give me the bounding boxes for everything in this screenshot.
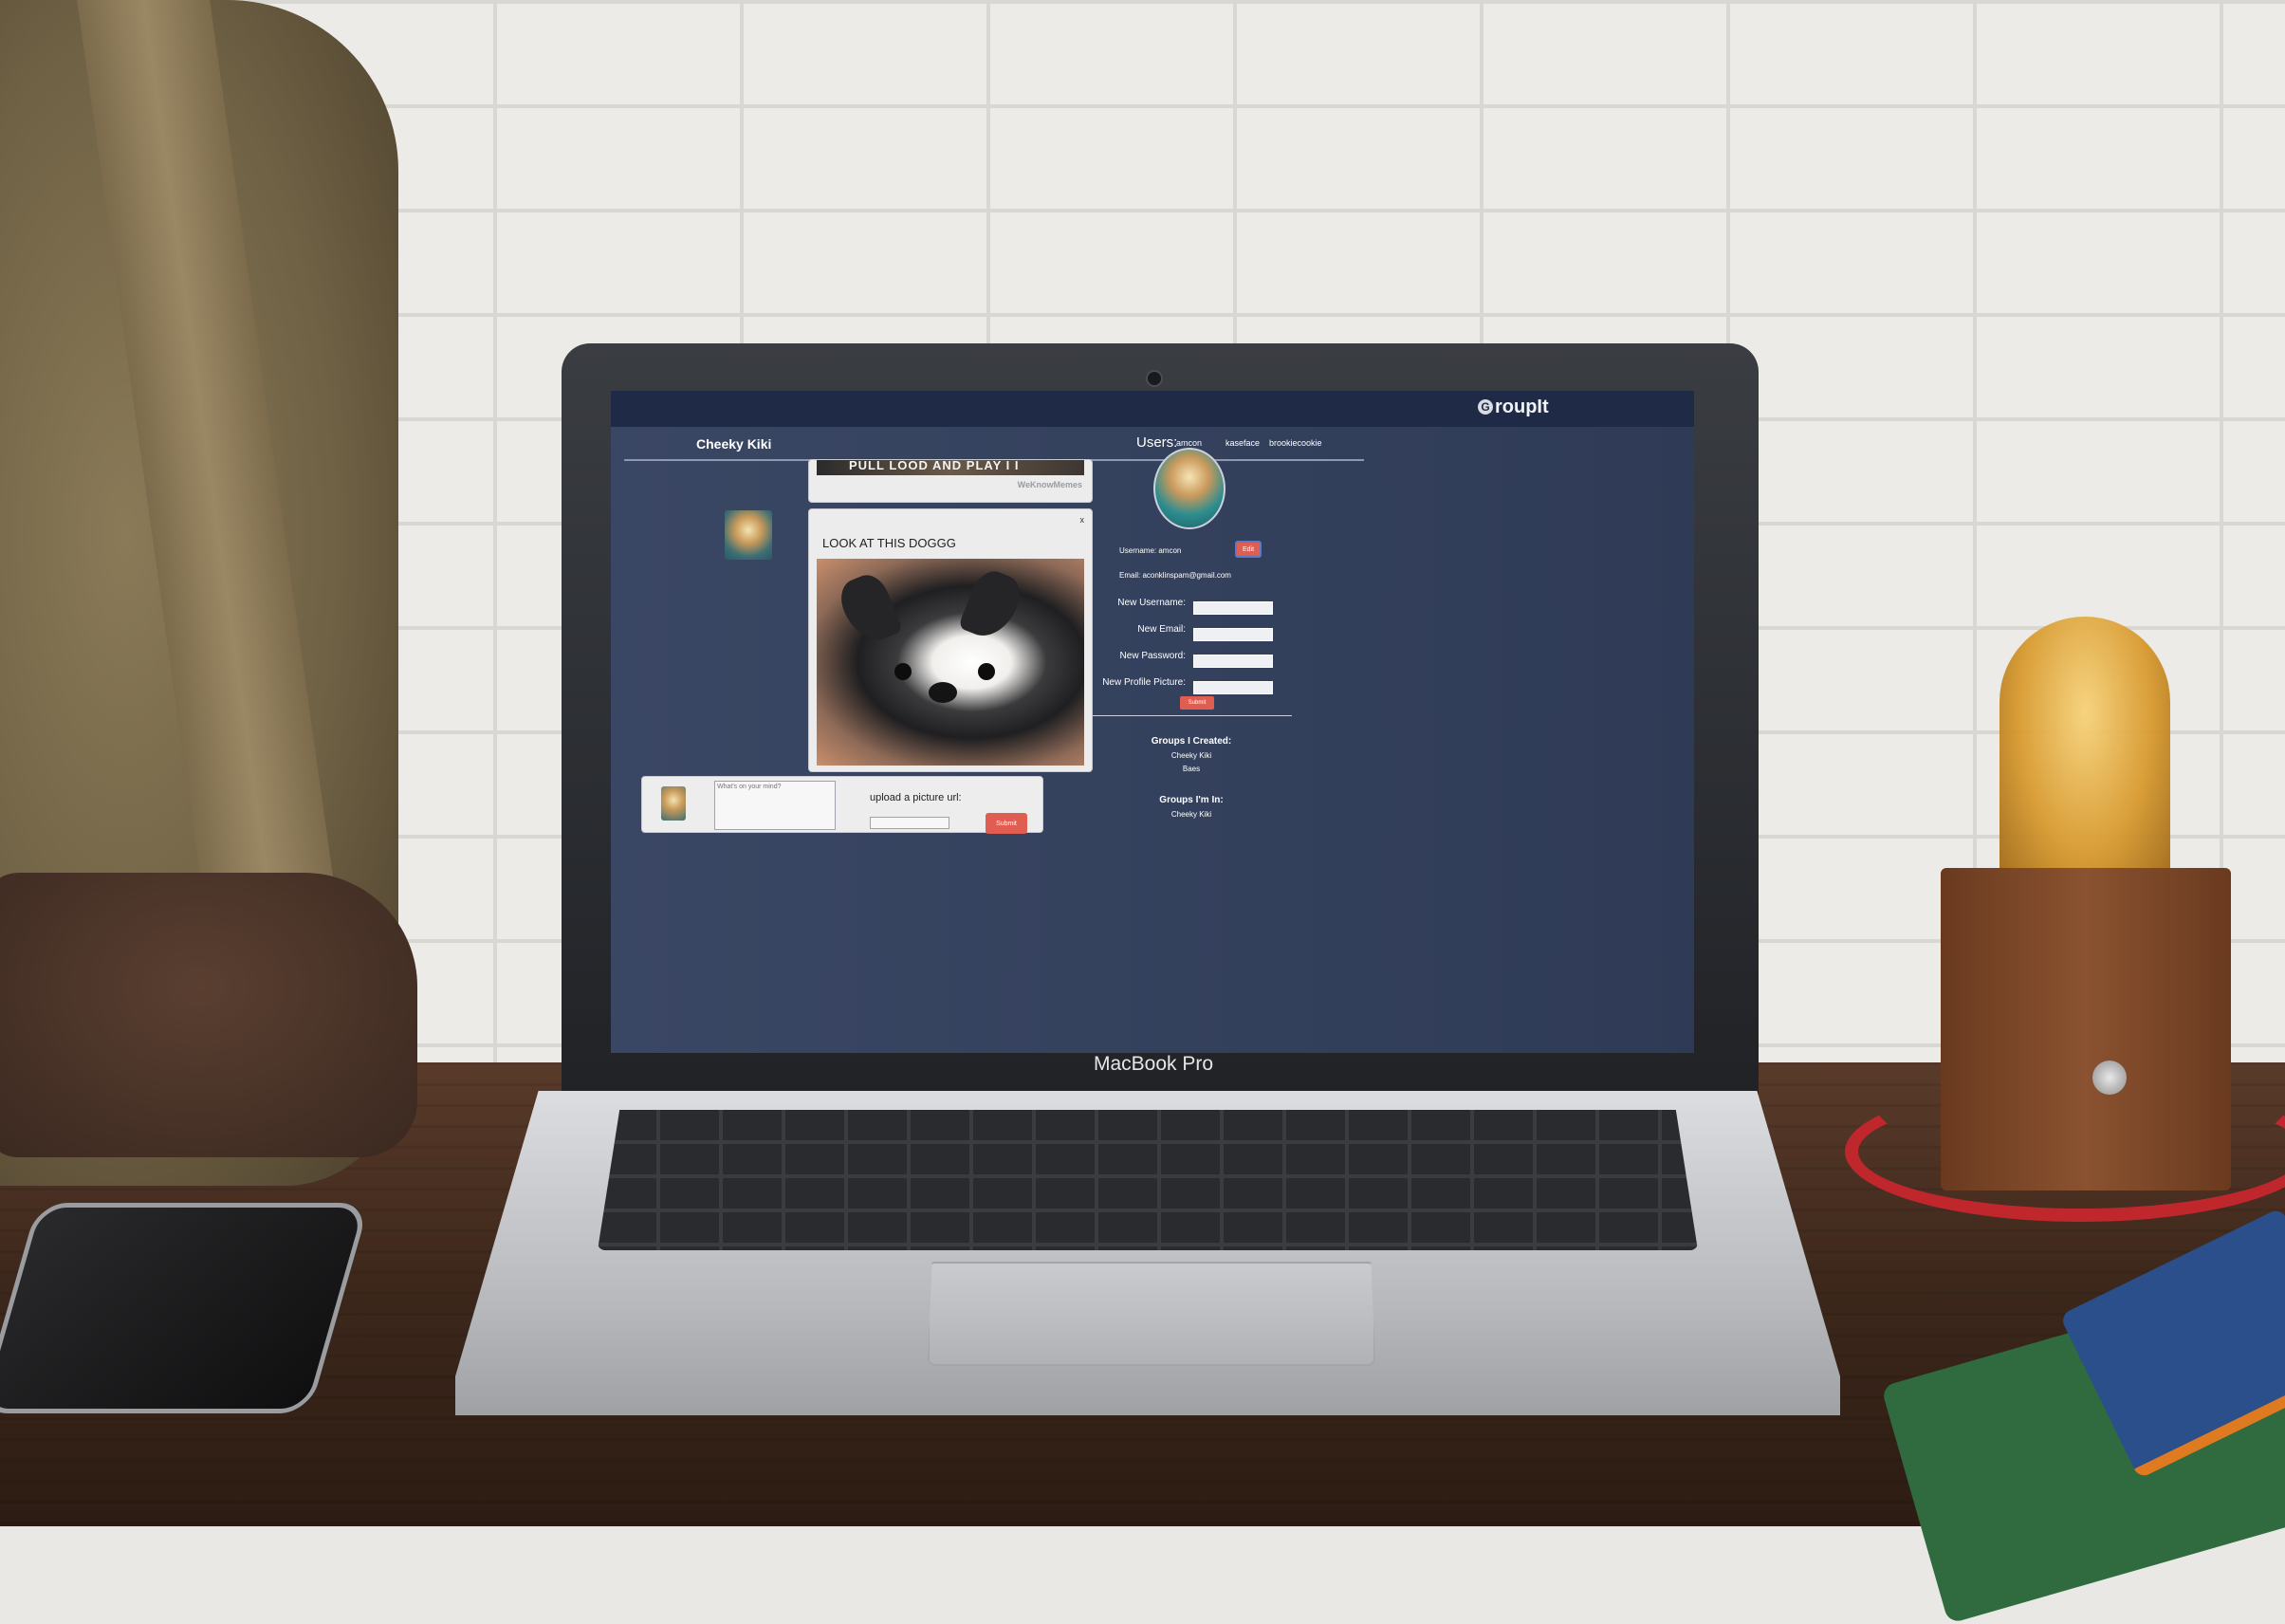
edit-profile-button[interactable]: Edit — [1235, 541, 1262, 558]
profile-submit-button[interactable]: Submit — [1180, 696, 1214, 710]
device-label: MacBook Pro — [1093, 1053, 1214, 1075]
status-textarea[interactable] — [714, 781, 836, 830]
group-link-cheeky-kiki[interactable]: Cheeky Kiki — [1096, 751, 1286, 760]
group-title: Cheeky Kiki — [696, 436, 772, 452]
new-password-input[interactable] — [1193, 655, 1273, 668]
upload-url-input[interactable] — [870, 817, 949, 829]
lamp-base — [1941, 868, 2231, 1190]
dog-eye — [978, 663, 995, 680]
dog-ear — [834, 569, 904, 649]
panel-divider — [1093, 715, 1292, 716]
upload-url-label: upload a picture url: — [870, 792, 962, 803]
dog-ear — [957, 565, 1027, 645]
user-link-brookiecookie[interactable]: brookiecookie — [1269, 438, 1322, 448]
post-photo-dog — [817, 559, 1084, 766]
meme-image: PULL LOOD AND PLAY I I — [817, 458, 1084, 475]
user-link-kaseface[interactable]: kaseface — [1225, 438, 1260, 448]
dog-nose — [929, 682, 957, 703]
group-link-cheeky-kiki-member[interactable]: Cheeky Kiki — [1096, 810, 1286, 819]
new-picture-label: New Profile Picture: — [1102, 677, 1186, 688]
group-header: Cheeky Kiki Users: amcon kaseface brooki… — [624, 427, 1364, 461]
groups-in-title: Groups I'm In: — [1159, 795, 1224, 805]
username-text: Username: amcon — [1119, 546, 1182, 555]
app-brand-text: roupIt — [1495, 397, 1549, 417]
post-author-avatar[interactable] — [725, 510, 772, 560]
new-password-label: New Password: — [1119, 651, 1186, 661]
profile-avatar — [1153, 448, 1225, 529]
smartphone — [0, 1203, 370, 1413]
meme-post-card: PULL LOOD AND PLAY I I WeKnowMemes — [808, 458, 1093, 503]
new-username-input[interactable] — [1193, 601, 1273, 615]
post-card: x LOOK AT THIS DOGGG — [808, 508, 1093, 772]
users-label: Users: — [1136, 434, 1178, 451]
top-bar: GroupIt — [611, 391, 1694, 427]
post-submit-button[interactable]: Submit — [986, 813, 1027, 834]
dog-eye — [894, 663, 912, 680]
lamp-knob — [2092, 1061, 2127, 1095]
app-brand[interactable]: GroupIt — [1478, 397, 1549, 418]
app-logo-icon: G — [1478, 399, 1493, 415]
webcam-icon — [1146, 370, 1163, 387]
group-link-baes[interactable]: Baes — [1096, 765, 1286, 773]
trackpad — [928, 1262, 1375, 1366]
meme-watermark: WeKnowMemes — [1017, 480, 1082, 489]
keyboard — [598, 1110, 1698, 1250]
post-title: LOOK AT THIS DOGGG — [822, 536, 956, 550]
groups-created-title: Groups I Created: — [1151, 736, 1232, 747]
user-link-amcon[interactable]: amcon — [1176, 438, 1202, 448]
email-text: Email: aconklinspam@gmail.com — [1119, 571, 1231, 580]
backpack-leather — [0, 873, 417, 1157]
new-email-label: New Email: — [1137, 624, 1186, 635]
meme-caption: PULL LOOD AND PLAY I I — [849, 458, 1020, 472]
close-icon[interactable]: x — [1080, 515, 1085, 525]
new-username-label: New Username: — [1117, 598, 1186, 608]
composer-avatar — [661, 786, 686, 821]
lamp-bulb — [1999, 617, 2170, 892]
new-picture-input[interactable] — [1193, 681, 1273, 694]
app-screen: GroupIt Cheeky Kiki Users: amcon kasefac… — [611, 391, 1694, 1053]
post-composer: upload a picture url: Submit — [641, 776, 1043, 834]
new-email-input[interactable] — [1193, 628, 1273, 641]
